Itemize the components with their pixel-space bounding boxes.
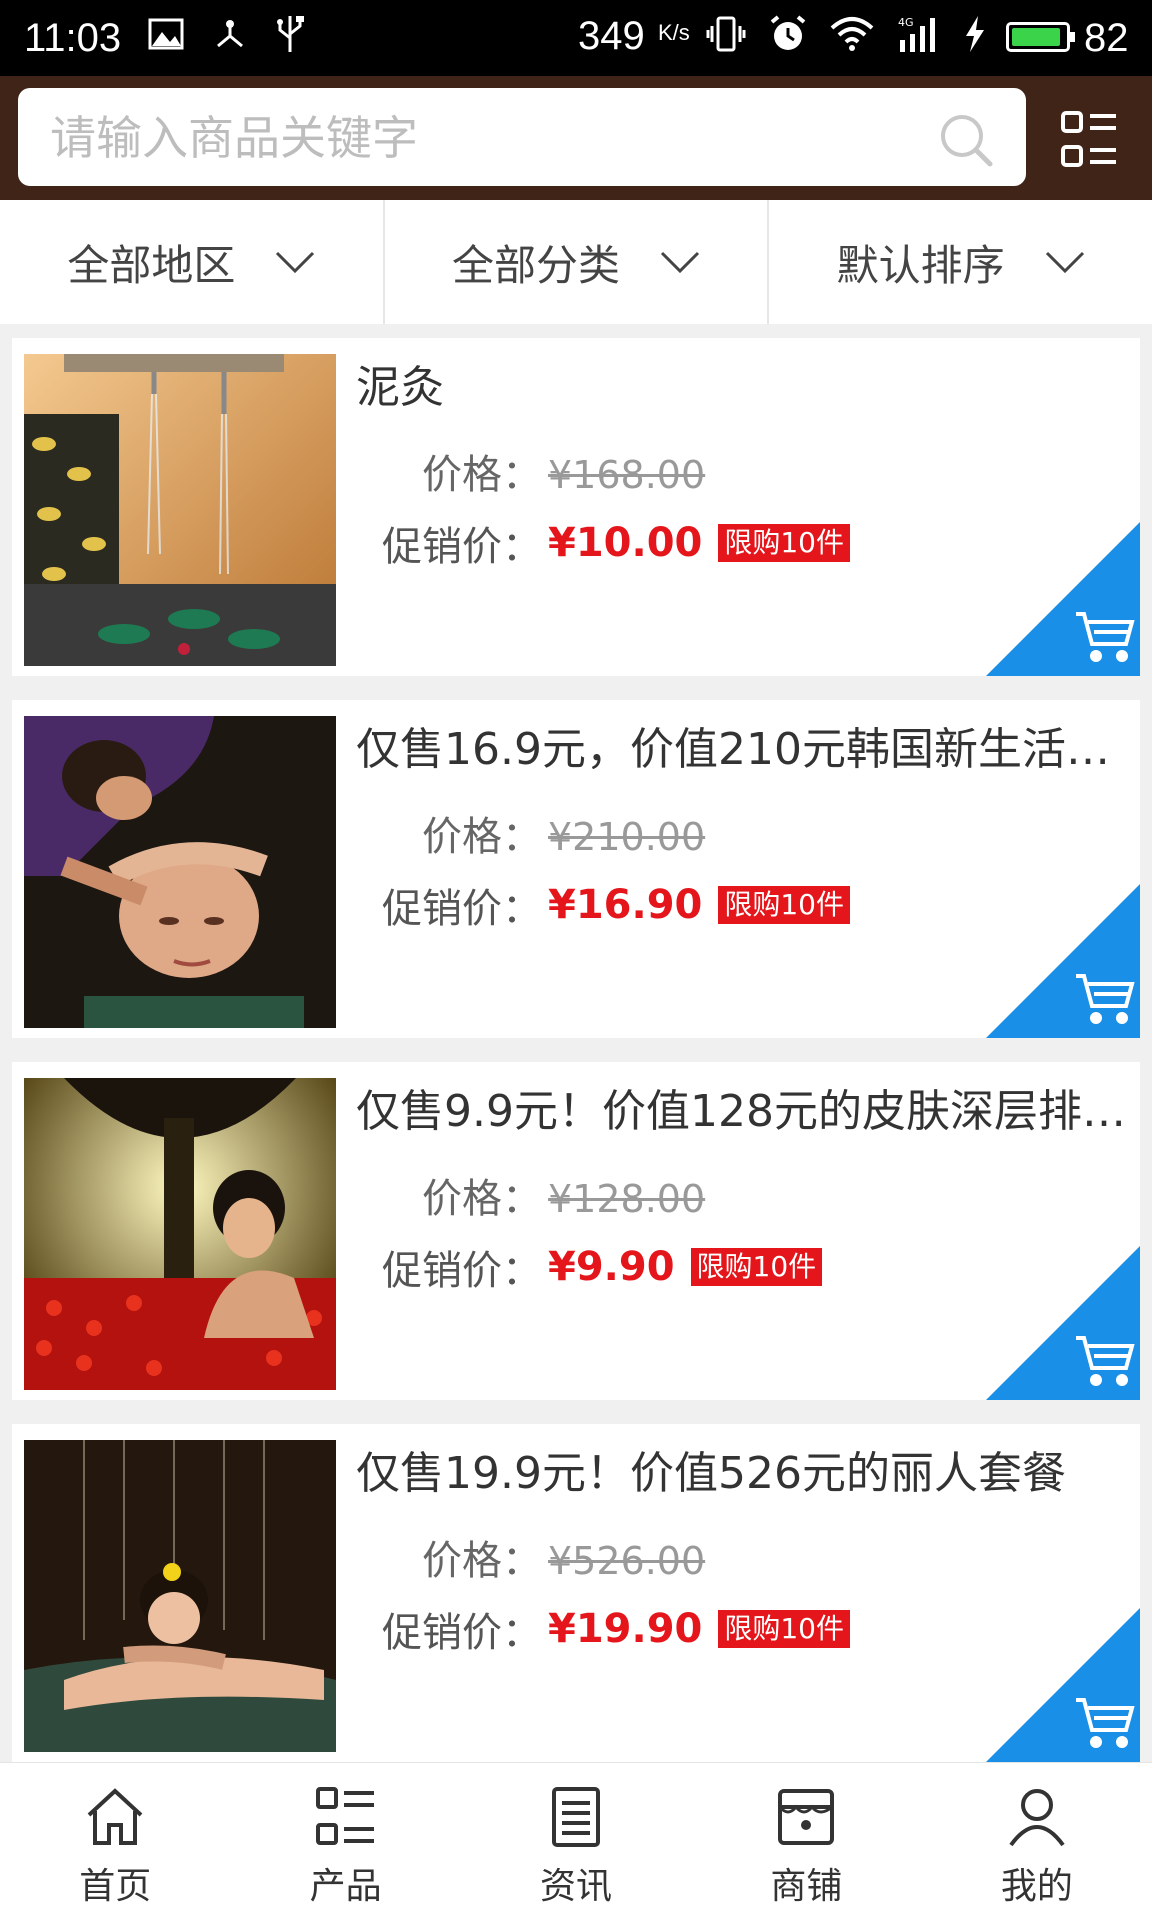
add-to-cart-button[interactable] xyxy=(986,1608,1140,1762)
promo-price: ¥9.90 xyxy=(548,1244,675,1290)
charging-icon xyxy=(966,16,984,52)
chevron-down-icon xyxy=(276,251,315,274)
product-title[interactable]: 仅售9.9元！价值128元的皮肤深层排… xyxy=(356,1082,1136,1142)
product-image-rose-bath[interactable] xyxy=(24,1078,336,1390)
limit-badge: 限购10件 xyxy=(718,1610,850,1648)
promo-price: ¥16.90 xyxy=(548,882,703,928)
usb-debug-icon xyxy=(217,20,243,48)
product-image-spa-waterfall[interactable] xyxy=(24,1440,336,1752)
price-label: 价格： xyxy=(422,1538,542,1584)
add-to-cart-button[interactable] xyxy=(986,522,1140,676)
filter-region[interactable]: 全部地区 xyxy=(0,200,383,324)
nav-news-label: 资讯 xyxy=(540,1866,613,1907)
network-speed: 349 xyxy=(578,14,645,58)
limit-badge: 限购10件 xyxy=(718,524,850,562)
add-to-cart-button[interactable] xyxy=(986,884,1140,1038)
add-to-cart-button[interactable] xyxy=(986,1246,1140,1400)
limit-badge: 限购10件 xyxy=(690,1248,823,1286)
alarm-icon xyxy=(770,15,806,50)
product-image-mud-moxibustion[interactable] xyxy=(24,354,336,666)
category-menu-icon[interactable] xyxy=(1060,110,1118,168)
chevron-down-icon xyxy=(660,251,700,274)
nav-home-label: 首页 xyxy=(79,1866,152,1907)
nav-mine-label: 我的 xyxy=(1000,1866,1073,1907)
status-bar: 11:03 349 K/s 4G 82 xyxy=(0,0,1152,76)
nav-products[interactable]: 产品 xyxy=(230,1763,460,1921)
grid-list-icon xyxy=(315,1787,374,1845)
promo-label: 促销价： xyxy=(382,1610,542,1656)
store-icon xyxy=(778,1789,835,1845)
product-title[interactable]: 仅售19.9元！价值526元的丽人套餐 xyxy=(356,1444,1136,1504)
nav-store-label: 商铺 xyxy=(770,1866,843,1907)
filter-category[interactable]: 全部分类 xyxy=(382,200,768,324)
price-label: 价格： xyxy=(422,1176,542,1222)
filter-bar: 全部地区 全部分类 默认排序 xyxy=(0,200,1152,324)
filter-region-label: 全部地区 xyxy=(67,240,236,290)
filter-sort[interactable]: 默认排序 xyxy=(767,200,1152,324)
nav-news[interactable]: 资讯 xyxy=(461,1763,691,1921)
product-title[interactable]: 泥灸 xyxy=(356,358,1136,418)
svg-text:4G: 4G xyxy=(898,16,914,29)
news-icon xyxy=(552,1787,601,1847)
product-card[interactable]: 泥灸 价格： ¥168.00 促销价： ¥10.00 限购10件 xyxy=(12,338,1140,676)
bottom-nav: 首页 产品 资讯 商铺 我的 xyxy=(0,1762,1152,1921)
price-label: 价格： xyxy=(422,814,542,860)
vibrate-icon xyxy=(706,16,746,52)
search-icon[interactable] xyxy=(936,110,996,170)
product-title[interactable]: 仅售16.9元，价值210元韩国新生活美… xyxy=(356,720,1136,780)
battery-level: 82 xyxy=(1084,16,1129,60)
wifi-icon xyxy=(830,17,874,51)
original-price: ¥128.00 xyxy=(548,1177,706,1221)
chevron-down-icon xyxy=(1045,251,1084,274)
promo-price: ¥10.00 xyxy=(548,520,703,566)
usb-icon xyxy=(277,16,304,52)
promo-label: 促销价： xyxy=(382,886,542,932)
home-icon xyxy=(87,1788,143,1845)
product-card[interactable]: 仅售19.9元！价值526元的丽人套餐 价格： ¥526.00 促销价： ¥19.9… xyxy=(12,1424,1140,1762)
search-box[interactable] xyxy=(18,88,1026,186)
nav-products-label: 产品 xyxy=(309,1866,382,1907)
original-price: ¥210.00 xyxy=(548,815,706,859)
nav-store[interactable]: 商铺 xyxy=(691,1763,921,1921)
filter-category-label: 全部分类 xyxy=(452,240,621,290)
signal-4g-icon: 4G xyxy=(898,16,935,52)
original-price: ¥168.00 xyxy=(548,453,706,497)
status-time: 11:03 xyxy=(24,16,122,60)
promo-label: 促销价： xyxy=(382,524,542,570)
search-input[interactable] xyxy=(48,102,932,174)
nav-home[interactable]: 首页 xyxy=(0,1763,230,1921)
image-icon xyxy=(148,18,184,50)
user-icon xyxy=(1009,1789,1065,1847)
product-image-facial-massage[interactable] xyxy=(24,716,336,1028)
product-card[interactable]: 仅售16.9元，价值210元韩国新生活美… 价格： ¥210.00 促销价： ¥16… xyxy=(12,700,1140,1038)
product-card[interactable]: 仅售9.9元！价值128元的皮肤深层排… 价格： ¥128.00 促销价： ¥9.9… xyxy=(12,1062,1140,1400)
promo-label: 促销价： xyxy=(382,1248,542,1294)
price-label: 价格： xyxy=(422,452,542,498)
search-header xyxy=(0,76,1152,200)
limit-badge: 限购10件 xyxy=(718,886,850,924)
original-price: ¥526.00 xyxy=(548,1539,706,1583)
battery-icon xyxy=(1006,22,1075,52)
network-speed-unit: K/s xyxy=(658,20,690,45)
filter-sort-label: 默认排序 xyxy=(836,240,1005,290)
nav-mine[interactable]: 我的 xyxy=(922,1763,1152,1921)
promo-price: ¥19.90 xyxy=(548,1606,703,1652)
